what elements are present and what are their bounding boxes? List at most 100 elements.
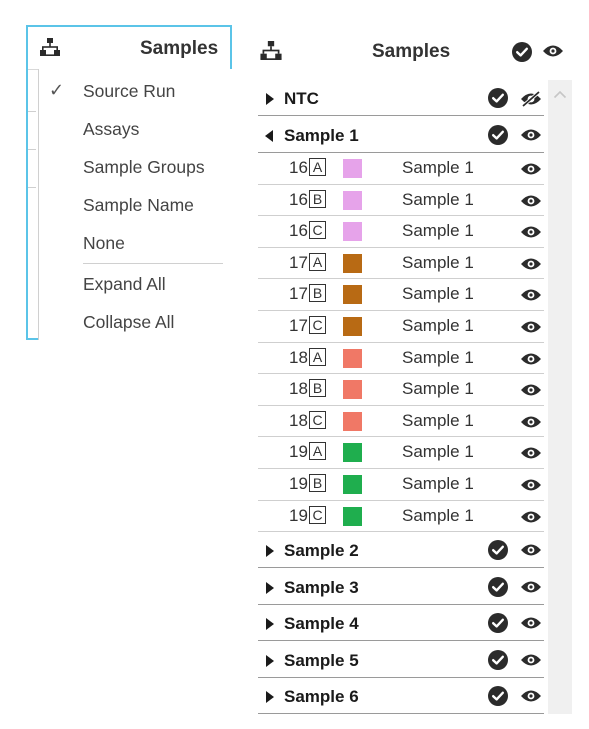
- check-circle-icon[interactable]: [488, 649, 508, 675]
- eye-icon[interactable]: [520, 128, 542, 147]
- eye-icon[interactable]: [520, 653, 542, 672]
- check-circle-icon[interactable]: [488, 576, 508, 602]
- well-letter-box: B: [309, 379, 326, 398]
- group-row-sample-5[interactable]: Sample 5: [258, 642, 544, 678]
- color-swatch[interactable]: [343, 380, 362, 400]
- eye-icon[interactable]: [520, 194, 542, 213]
- eye-icon[interactable]: [520, 288, 542, 307]
- menu-item-label: None: [83, 233, 125, 253]
- menu-item-none[interactable]: None: [39, 224, 233, 262]
- eye-icon[interactable]: [520, 446, 542, 465]
- sample-row[interactable]: 16 B Sample 1: [258, 185, 544, 217]
- eye-icon[interactable]: [520, 616, 542, 635]
- color-swatch[interactable]: [343, 317, 362, 336]
- sample-name: Sample 1: [402, 221, 474, 241]
- sample-name: Sample 1: [402, 316, 474, 335]
- eye-icon[interactable]: [520, 689, 542, 708]
- menu-item-expand-all[interactable]: Expand All: [39, 265, 233, 303]
- eye-icon[interactable]: [520, 580, 542, 599]
- hierarchy-icon[interactable]: [40, 38, 60, 61]
- expand-arrow-icon[interactable]: [265, 617, 274, 635]
- sample-row[interactable]: 16 A Sample 1: [258, 153, 544, 185]
- color-swatch[interactable]: [343, 222, 362, 242]
- expand-arrow-icon[interactable]: [265, 690, 274, 708]
- expand-arrow-icon[interactable]: [265, 92, 274, 110]
- sample-row[interactable]: 19 C Sample 1: [258, 501, 544, 533]
- eye-icon[interactable]: [520, 478, 542, 497]
- expand-arrow-icon[interactable]: [265, 581, 274, 599]
- check-circle-icon[interactable]: [488, 613, 508, 638]
- group-label: Sample 6: [284, 687, 359, 707]
- menu-item-label: Sample Name: [83, 195, 194, 215]
- color-swatch[interactable]: [343, 159, 362, 178]
- group-row-sample-3[interactable]: Sample 3: [258, 569, 544, 605]
- expand-arrow-icon[interactable]: [265, 544, 274, 562]
- group-label: Sample 2: [284, 541, 359, 561]
- hierarchy-icon[interactable]: [260, 41, 282, 65]
- left-samples-header[interactable]: Samples: [28, 27, 230, 70]
- sample-row[interactable]: 19 B Sample 1: [258, 469, 544, 501]
- group-label: Sample 3: [284, 577, 359, 597]
- check-circle-icon[interactable]: [488, 88, 508, 113]
- menu-item-sample-groups[interactable]: Sample Groups: [39, 148, 233, 186]
- select-all-check-icon[interactable]: [512, 42, 532, 67]
- check-circle-icon[interactable]: [488, 686, 508, 711]
- group-row-ntc[interactable]: NTC: [258, 80, 544, 116]
- menu-item-assays[interactable]: Assays: [39, 110, 233, 148]
- sample-row[interactable]: 17 C Sample 1: [258, 311, 544, 343]
- eye-icon[interactable]: [520, 257, 542, 276]
- group-row-sample-1[interactable]: Sample 1: [258, 117, 544, 153]
- group-by-menu: ✓ Source Run Assays Sample Groups Sample…: [38, 69, 233, 340]
- eye-icon[interactable]: [520, 162, 542, 181]
- color-swatch[interactable]: [343, 348, 362, 368]
- well-letter-box: A: [309, 252, 326, 271]
- check-circle-icon[interactable]: [488, 540, 508, 565]
- group-by-dropdown-panel: Samples ✓ Source Run Assays Sample Group…: [26, 25, 233, 340]
- color-swatch[interactable]: [343, 443, 362, 463]
- collapse-arrow-icon[interactable]: [265, 129, 274, 147]
- well-letter-box: C: [309, 505, 326, 524]
- color-swatch[interactable]: [343, 253, 362, 273]
- eye-icon[interactable]: [520, 352, 542, 371]
- eye-off-icon[interactable]: [520, 90, 542, 112]
- check-circle-icon[interactable]: [488, 124, 508, 150]
- vertical-scrollbar[interactable]: [548, 80, 572, 714]
- sample-name: Sample 1: [402, 347, 474, 367]
- menu-item-collapse-all[interactable]: Collapse All: [39, 303, 233, 341]
- eye-icon[interactable]: [520, 225, 542, 244]
- sample-name: Sample 1: [402, 284, 474, 304]
- color-swatch[interactable]: [343, 190, 362, 210]
- well-number: 18: [289, 379, 308, 399]
- eye-icon[interactable]: [520, 510, 542, 529]
- sample-row[interactable]: 19 A Sample 1: [258, 437, 544, 469]
- sample-row[interactable]: 18 C Sample 1: [258, 406, 544, 438]
- color-swatch[interactable]: [343, 285, 362, 305]
- group-row-sample-4[interactable]: Sample 4: [258, 605, 544, 642]
- underlying-row-dividers: [28, 69, 36, 339]
- well-letter-box: B: [309, 189, 326, 208]
- sample-name: Sample 1: [402, 379, 474, 399]
- sample-name: Sample 1: [402, 252, 474, 272]
- well-number: 18: [289, 347, 308, 367]
- scroll-up-chevron-icon[interactable]: [553, 86, 567, 104]
- color-swatch[interactable]: [343, 475, 362, 494]
- expand-arrow-icon[interactable]: [265, 654, 274, 672]
- checkmark-icon: ✓: [49, 80, 65, 100]
- eye-icon[interactable]: [520, 320, 542, 339]
- menu-item-source-run[interactable]: ✓ Source Run: [39, 72, 233, 110]
- group-row-sample-6[interactable]: Sample 6: [258, 678, 544, 715]
- sample-row[interactable]: 18 A Sample 1: [258, 343, 544, 375]
- eye-icon[interactable]: [520, 543, 542, 562]
- sample-row[interactable]: 16 C Sample 1: [258, 216, 544, 248]
- eye-icon[interactable]: [520, 383, 542, 402]
- sample-row[interactable]: 18 B Sample 1: [258, 374, 544, 406]
- menu-item-sample-name[interactable]: Sample Name: [39, 186, 233, 224]
- group-row-sample-2[interactable]: Sample 2: [258, 532, 544, 569]
- sample-name: Sample 1: [402, 158, 474, 177]
- sample-row[interactable]: 17 B Sample 1: [258, 279, 544, 311]
- eye-icon[interactable]: [520, 415, 542, 434]
- sample-row[interactable]: 17 A Sample 1: [258, 248, 544, 280]
- color-swatch[interactable]: [343, 411, 362, 431]
- show-all-eye-icon[interactable]: [542, 44, 564, 63]
- color-swatch[interactable]: [343, 506, 362, 526]
